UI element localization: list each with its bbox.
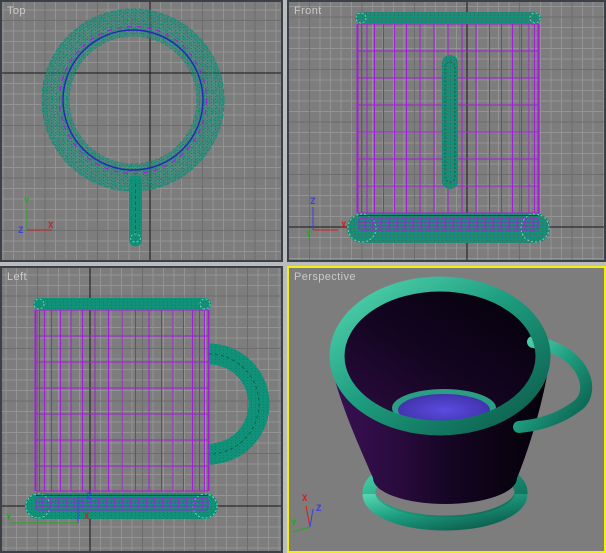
viewport-top[interactable]: Y X Z Top bbox=[0, 0, 283, 262]
mug-handle-front bbox=[442, 55, 458, 189]
svg-text:Z: Z bbox=[316, 504, 322, 514]
svg-text:Z: Z bbox=[310, 197, 316, 207]
viewport-quad-layout: YXZ Top ZXY Front ZYX Left XZY Perspecti… bbox=[0, 0, 606, 553]
svg-text:X: X bbox=[84, 512, 90, 522]
mug-handle-top[interactable] bbox=[131, 182, 141, 242]
perspective-view-canvas: XZ Y bbox=[289, 268, 604, 551]
viewport-label-perspective[interactable]: Perspective bbox=[294, 271, 356, 284]
viewport-front[interactable]: Z X Y Front bbox=[287, 0, 606, 262]
svg-text:Z: Z bbox=[86, 492, 92, 502]
viewport-perspective[interactable]: XZ Y Perspective bbox=[287, 266, 606, 553]
svg-text:Y: Y bbox=[306, 230, 312, 240]
front-view-canvas: Z X Y bbox=[289, 2, 604, 260]
viewport-label-left[interactable]: Left bbox=[7, 271, 27, 284]
svg-text:X: X bbox=[48, 221, 54, 231]
viewport-label-front[interactable]: Front bbox=[294, 5, 322, 18]
svg-text:Z: Z bbox=[18, 226, 24, 236]
svg-text:X: X bbox=[341, 221, 347, 231]
svg-text:Y: Y bbox=[6, 513, 12, 523]
mug-rim-front bbox=[355, 12, 541, 24]
top-view-canvas: Y X Z bbox=[2, 2, 281, 260]
svg-text:Y: Y bbox=[24, 197, 30, 207]
viewport-left[interactable]: Z Y X Left bbox=[0, 266, 283, 553]
left-view-canvas: Z Y X bbox=[2, 268, 281, 551]
viewport-label-top[interactable]: Top bbox=[7, 5, 26, 18]
mug-rim-left bbox=[33, 298, 211, 310]
svg-text:Y: Y bbox=[291, 519, 297, 529]
svg-text:X: X bbox=[302, 494, 308, 504]
